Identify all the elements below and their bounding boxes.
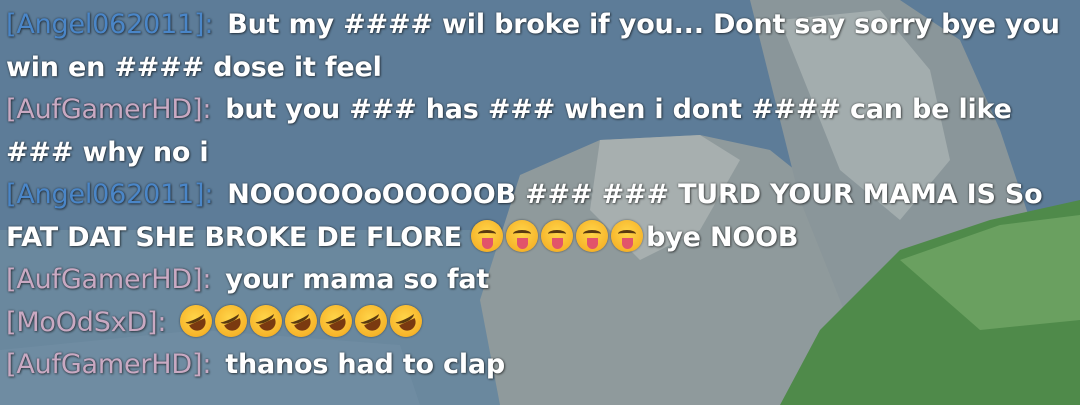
chat-message: [MoOdSxD]:: [6, 299, 1066, 345]
rofl-emoji: [385, 299, 428, 342]
chat-message-text: thanos had to clap: [225, 349, 506, 380]
squinting-tongue-emoji: [576, 219, 609, 252]
chat-username[interactable]: [MoOdSxD]:: [6, 307, 166, 338]
rofl-emoji: [280, 299, 323, 342]
rofl-emoji: [210, 299, 253, 342]
rofl-emoji: [350, 299, 393, 342]
chat-username[interactable]: [AufGamerHD]:: [6, 349, 211, 380]
rofl-emoji: [315, 299, 358, 342]
chat-username[interactable]: [Angel062011]:: [6, 179, 213, 210]
rofl-emoji: [245, 299, 288, 342]
chat-message-suffix: bye NOOB: [646, 221, 799, 253]
chat-log: [Angel062011]: But my #### wil broke if y…: [0, 0, 1080, 405]
squinting-tongue-emoji: [611, 219, 644, 252]
chat-message: [Angel062011]: NOOOOOoOOOOOB ### ### TURD…: [6, 174, 1066, 259]
chat-message-text: your mama so fat: [225, 264, 490, 295]
chat-message: [AufGamerHD]: your mama so fat: [6, 259, 1066, 302]
squinting-tongue-emoji: [471, 219, 504, 252]
rofl-emoji: [175, 299, 218, 342]
squinting-tongue-emoji: [541, 219, 574, 252]
chat-message: [AufGamerHD]: but you ### has ### when i …: [6, 89, 1066, 174]
squinting-tongue-emoji: [506, 219, 539, 252]
chat-username[interactable]: [AufGamerHD]:: [6, 94, 211, 125]
chat-username[interactable]: [Angel062011]:: [6, 9, 213, 40]
chat-username[interactable]: [AufGamerHD]:: [6, 264, 211, 295]
chat-message: [AufGamerHD]: thanos had to clap: [6, 344, 1066, 387]
chat-message: [Angel062011]: But my #### wil broke if y…: [6, 4, 1066, 89]
